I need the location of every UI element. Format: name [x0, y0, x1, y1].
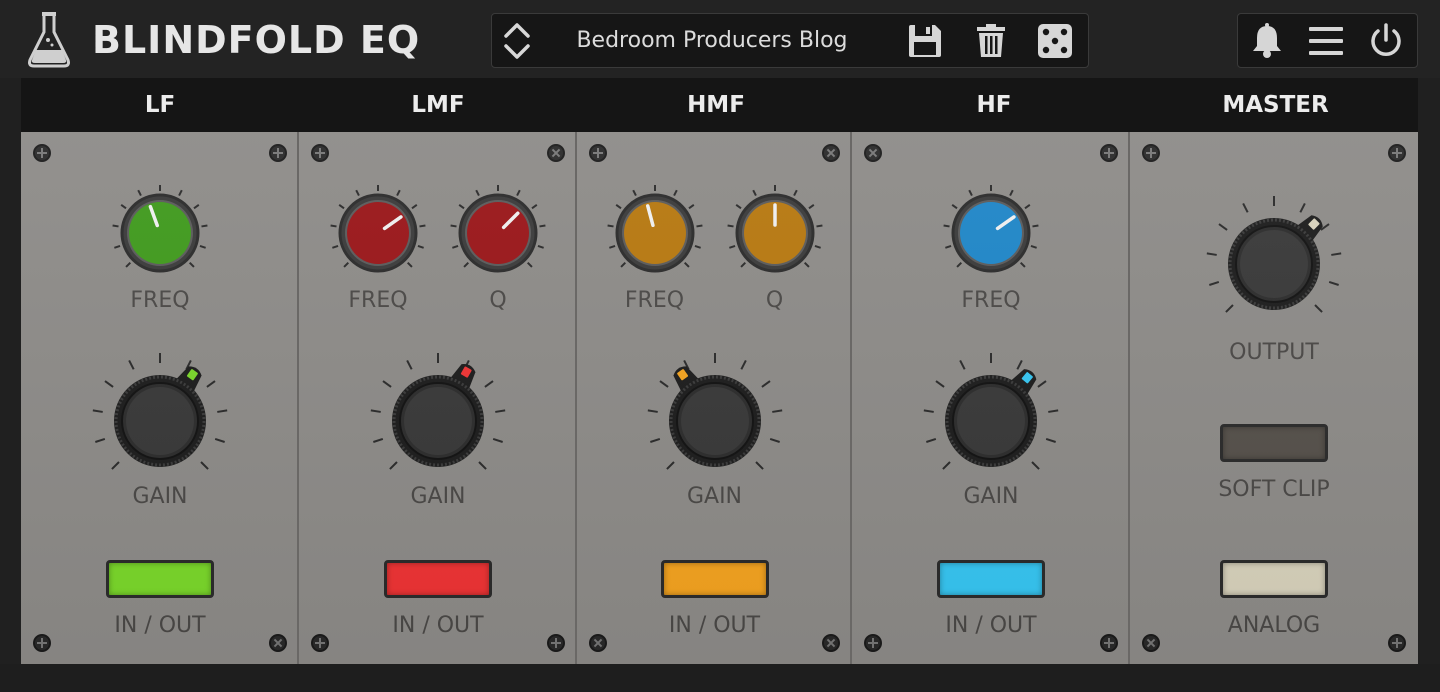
- power-icon[interactable]: [1367, 22, 1405, 60]
- panel-screw: [1388, 634, 1406, 652]
- gain-label-lf: GAIN: [132, 484, 188, 509]
- soft-clip-label: SOFT CLIP: [1218, 477, 1330, 502]
- analog-label: ANALOG: [1227, 613, 1321, 638]
- freq-knob-lf[interactable]: [110, 183, 210, 283]
- q-label-lmf: Q: [489, 288, 507, 313]
- panel-screw: [864, 144, 882, 162]
- panel-hf: FREQ GAIN IN / OUT: [852, 132, 1130, 664]
- gain-knob-hf[interactable]: [916, 346, 1066, 496]
- in-out-label-lf: IN / OUT: [114, 613, 206, 638]
- gain-knob-lf[interactable]: [85, 346, 235, 496]
- in-out-button-hmf[interactable]: [660, 560, 769, 598]
- blindfold-eq-window: BLINDFOLD EQ Bedroom Producers Blog LF L…: [0, 0, 1440, 692]
- q-knob-lmf[interactable]: [448, 183, 548, 283]
- gain-label-hf: GAIN: [963, 484, 1019, 509]
- panel-screw: [822, 144, 840, 162]
- gain-label-hmf: GAIN: [686, 484, 743, 509]
- panel-screw: [311, 634, 329, 652]
- header-bar: BLINDFOLD EQ Bedroom Producers Blog: [0, 0, 1440, 78]
- section-title-lf: LF: [144, 92, 176, 118]
- freq-knob-lmf[interactable]: [328, 183, 428, 283]
- panel-screw: [311, 144, 329, 162]
- dice-icon[interactable]: [1036, 22, 1074, 60]
- bell-icon[interactable]: [1248, 22, 1286, 60]
- panel-master: OUTPUT SOFT CLIP ANALOG: [1130, 132, 1418, 664]
- in-out-button-lmf[interactable]: [384, 560, 492, 598]
- freq-knob-hf[interactable]: [941, 183, 1041, 283]
- section-title-hmf: HMF: [687, 92, 745, 118]
- q-knob-hmf[interactable]: [725, 183, 825, 283]
- gain-label-lmf: GAIN: [410, 484, 466, 509]
- in-out-label-lmf: IN / OUT: [392, 613, 484, 638]
- panel-screw: [822, 634, 840, 652]
- bottom-edge: [0, 664, 1440, 692]
- panel-lf: FREQ GAIN IN / OUT: [21, 132, 299, 664]
- analog-button[interactable]: [1220, 560, 1328, 598]
- floppy-disk-icon[interactable]: [906, 22, 944, 60]
- panel-screw: [547, 144, 565, 162]
- freq-label-hf: FREQ: [961, 288, 1021, 313]
- panel-screw: [33, 144, 51, 162]
- flask-icon: [28, 12, 70, 68]
- panel-screw: [1142, 144, 1160, 162]
- panel-screw: [589, 634, 607, 652]
- freq-label-lf: FREQ: [130, 288, 190, 313]
- section-header-bar: LF LMF HMF HF MASTER: [21, 78, 1418, 132]
- up-down-arrows-icon[interactable]: [502, 18, 532, 64]
- panel-screw: [547, 634, 565, 652]
- soft-clip-button[interactable]: [1220, 424, 1328, 462]
- in-out-label-hmf: IN / OUT: [668, 613, 761, 638]
- in-out-button-hf[interactable]: [937, 560, 1045, 598]
- panel-screw: [1142, 634, 1160, 652]
- gain-knob-hmf[interactable]: [640, 346, 790, 496]
- panel-screw: [1388, 144, 1406, 162]
- panel-screw: [589, 144, 607, 162]
- utility-box: [1237, 13, 1418, 68]
- output-label: OUTPUT: [1229, 340, 1319, 365]
- freq-knob-hmf[interactable]: [605, 183, 705, 283]
- panel-screw: [1100, 144, 1118, 162]
- section-title-hf: HF: [976, 92, 1012, 118]
- panel-screw: [33, 634, 51, 652]
- preset-name[interactable]: Bedroom Producers Blog: [562, 14, 862, 67]
- trash-icon[interactable]: [972, 22, 1010, 60]
- q-label-hmf: Q: [765, 288, 784, 313]
- output-knob[interactable]: [1199, 189, 1349, 339]
- section-title-master: MASTER: [1222, 92, 1329, 118]
- preset-selector[interactable]: Bedroom Producers Blog: [491, 13, 1089, 68]
- panel-screw: [269, 634, 287, 652]
- gain-knob-lmf[interactable]: [363, 346, 513, 496]
- panel-screw: [269, 144, 287, 162]
- panel-screw: [1100, 634, 1118, 652]
- in-out-label-hf: IN / OUT: [945, 613, 1037, 638]
- panel-screw: [864, 634, 882, 652]
- hamburger-menu-icon[interactable]: [1307, 22, 1345, 60]
- panel-lmf: FREQ Q GAIN IN / OUT: [299, 132, 577, 664]
- panel-hmf: FREQ Q GAIN IN / OUT: [577, 132, 852, 664]
- section-title-lmf: LMF: [411, 92, 465, 118]
- app-title: BLINDFOLD EQ: [92, 18, 421, 62]
- in-out-button-lf[interactable]: [106, 560, 214, 598]
